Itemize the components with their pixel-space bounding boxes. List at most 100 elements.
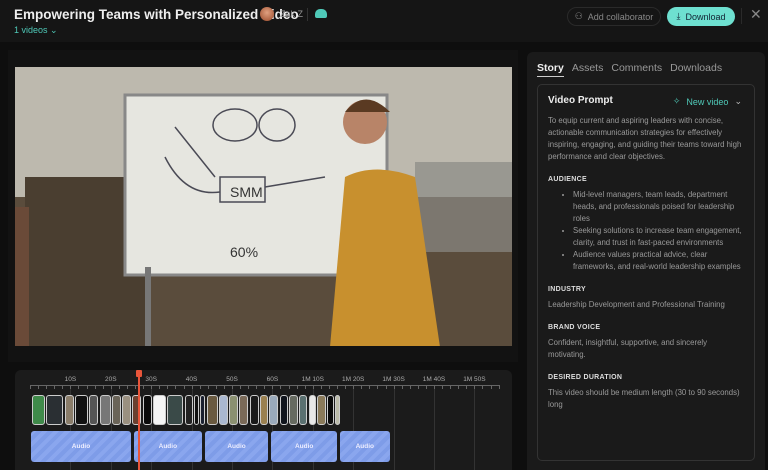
tick-mark [490,385,492,389]
tick-label: 50S [226,376,238,383]
video-clip-thumbnail[interactable] [153,395,166,425]
video-clip-thumbnail[interactable] [122,395,132,425]
videos-dropdown[interactable]: 1 videos ⌄ [14,25,58,36]
project-title: Empowering Teams with Personalized Video [14,7,299,22]
video-clip-thumbnail[interactable] [335,395,341,425]
video-clip-thumbnail[interactable] [32,395,45,425]
video-clip-thumbnail[interactable] [74,395,88,425]
video-clip-thumbnail[interactable] [142,395,152,425]
video-clip-thumbnail[interactable] [288,395,298,425]
timeline[interactable]: 10S 20S 30S 40S 50S 60S 1M 10S 1M 20S 1M 30S 1M 4… [15,370,512,470]
avatar[interactable] [260,7,274,21]
tick-label: 1M 40S [422,376,446,383]
tick-mark [118,385,120,389]
divider [741,8,742,24]
video-clip-thumbnail[interactable] [99,395,111,425]
tick-mark [110,385,112,389]
audience-list: Mid-level managers, team leads, departme… [573,189,744,273]
video-clip-thumbnail[interactable] [167,395,184,425]
chevron-down-icon[interactable]: ⌄ [734,96,742,107]
tick-mark [409,385,411,389]
video-clip-thumbnail[interactable] [249,395,259,425]
video-clip-thumbnail[interactable] [308,395,316,425]
tick-mark [159,385,161,389]
video-player[interactable]: SMM 60% [15,67,512,346]
tick-mark [312,385,314,389]
tick-label: 20S [105,376,117,383]
audio-clip[interactable]: Audio [134,431,202,462]
close-icon[interactable]: ✕ [750,6,762,23]
video-clip-thumbnail[interactable] [218,395,228,425]
video-clip-thumbnail[interactable] [269,395,279,425]
tick-mark [256,385,258,389]
tick-mark [94,385,96,389]
svg-text:SMM: SMM [230,184,263,200]
duration-text: This video should be medium length (30 t… [548,388,740,409]
playhead[interactable] [138,370,141,470]
tab-assets[interactable]: Assets [572,62,604,77]
video-clip-thumbnail[interactable] [111,395,121,425]
chevron-down-icon: ⌄ [50,25,58,35]
tick-mark [223,385,225,389]
video-clip-thumbnail[interactable] [200,395,206,425]
video-clip-thumbnail[interactable] [193,395,199,425]
tick-mark [280,385,282,389]
brand-voice-heading: BRAND VOICE [548,324,601,331]
list-item: Mid-level managers, team leads, departme… [573,189,744,225]
tick-mark [385,385,387,389]
industry-text: Leadership Development and Professional … [548,300,725,309]
playhead-handle[interactable] [136,370,143,377]
video-clip-thumbnail[interactable] [184,395,193,425]
tick-mark [232,385,233,389]
tick-mark [320,385,322,389]
duration-heading: DESIRED DURATION [548,374,623,381]
tick-mark [377,385,379,389]
tab-story[interactable]: Story [537,62,564,77]
video-clip-thumbnail[interactable] [229,395,239,425]
video-clip-thumbnail[interactable] [89,395,99,425]
audio-clip[interactable]: Audio [271,431,338,462]
video-clip-thumbnail[interactable] [260,395,268,425]
video-clip-thumbnail[interactable] [206,395,218,425]
industry-heading: INDUSTRY [548,286,586,293]
add-collaborator-label: Add collaborator [587,11,654,22]
tab-comments[interactable]: Comments [611,62,662,77]
tick-mark [296,385,298,389]
video-clip-thumbnail[interactable] [316,395,326,425]
tick-mark [38,385,40,389]
tick-mark [442,385,444,389]
tick-label: 60S [266,376,279,383]
add-collaborator-button[interactable]: ⚇ Add collaborator [567,7,661,26]
tick-mark [474,385,476,389]
tick-mark [264,385,266,389]
tick-mark [54,385,56,389]
tick-mark [62,385,64,389]
download-button[interactable]: ⤓ Download [667,7,735,26]
audio-clip[interactable]: Audio [340,431,390,462]
video-clip-thumbnail[interactable] [46,395,64,425]
tick-mark [167,385,169,389]
download-label: Download [685,11,726,22]
tick-mark [304,385,306,389]
list-item: Seeking solutions to increase team engag… [573,225,744,249]
tick-mark [328,385,330,389]
tick-label: 10S [64,376,77,383]
video-clip-thumbnail[interactable] [279,395,288,425]
audio-clip[interactable]: Audio [31,431,131,462]
video-clip-thumbnail[interactable] [327,395,335,425]
audio-clip[interactable]: Audio [204,431,269,462]
video-clip-thumbnail[interactable] [299,395,308,425]
tick-mark [288,385,290,389]
tick-label: 1M 10S [301,376,324,383]
divider [307,8,308,21]
tick-mark [450,385,452,389]
brand-voice-text: Confident, insightful, supportive, and s… [548,338,708,359]
tick-mark [272,385,274,389]
tick-mark [434,385,435,389]
tick-mark [466,385,468,389]
video-clip-thumbnail[interactable] [239,395,249,425]
new-video-button[interactable]: ✧ New video ⌄ [673,96,742,107]
grid-line [474,386,476,470]
video-clip-thumbnail[interactable] [64,395,74,425]
tab-downloads[interactable]: Downloads [670,62,722,77]
